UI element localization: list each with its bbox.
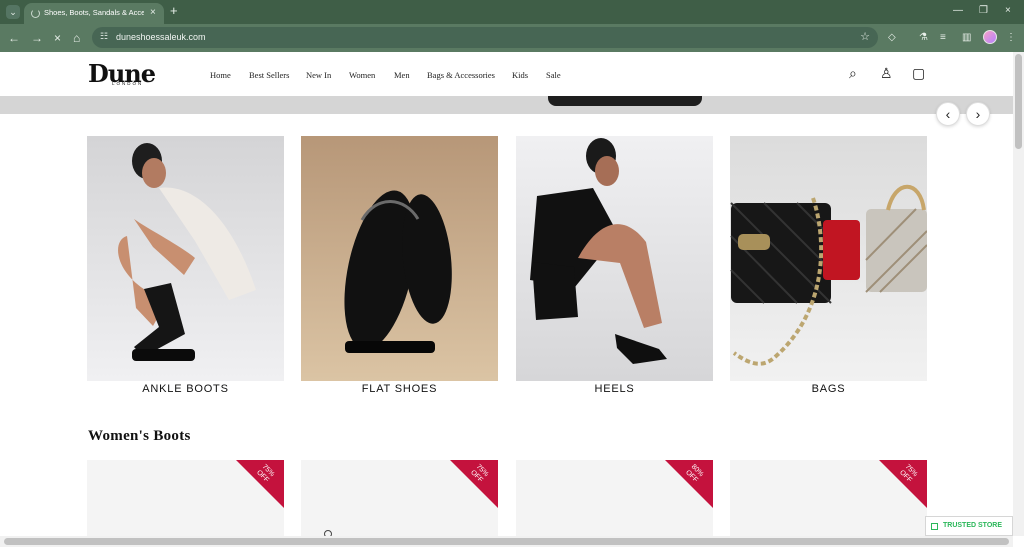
- bags-image[interactable]: [730, 136, 927, 381]
- home-icon[interactable]: ⌂: [73, 31, 80, 45]
- plus-icon[interactable]: +: [170, 3, 178, 18]
- ankle-boots-photo: [118, 143, 256, 361]
- vertical-scrollbar-thumb[interactable]: [1015, 54, 1022, 149]
- window-close-icon[interactable]: ×: [1005, 5, 1011, 16]
- loading-spinner-icon: [31, 9, 40, 18]
- tab-title: Shoes, Boots, Sandals & Accessories: [44, 8, 144, 17]
- nav-women[interactable]: Women: [349, 70, 375, 80]
- site-header: Dune LONDON Home Best Sellers New In Wom…: [0, 52, 1024, 96]
- ankle-boots-image[interactable]: [87, 136, 284, 381]
- category-label[interactable]: BAGS: [730, 383, 927, 395]
- back-icon[interactable]: ←: [8, 31, 20, 45]
- bag-icon[interactable]: ▢: [912, 65, 925, 82]
- tab-search-icon[interactable]: ⌄: [6, 5, 20, 19]
- search-icon[interactable]: ⌕: [849, 65, 857, 82]
- browser-toolbar: ← → × ⌂ ☷ duneshoessaleuk.com ☆ ◇ ⚗ ≡ ▥ …: [0, 24, 1024, 52]
- product-card[interactable]: 75% OFF: [301, 460, 498, 547]
- category-label[interactable]: FLAT SHOES: [301, 383, 498, 395]
- product-card[interactable]: 80% OFF: [516, 460, 713, 547]
- nav-bags-accessories[interactable]: Bags & Accessories: [427, 70, 495, 80]
- browser-tab-strip: ⌄ Shoes, Boots, Sandals & Accessories × …: [0, 0, 1024, 24]
- product-card[interactable]: 75% OFF: [730, 460, 927, 547]
- stop-icon[interactable]: ×: [54, 31, 61, 45]
- trusted-store-badge[interactable]: TRUSTED STORE: [925, 516, 1013, 536]
- profile-icon[interactable]: [983, 30, 997, 44]
- banner-shoe-image: [548, 96, 702, 106]
- category-label[interactable]: HEELS: [516, 383, 713, 395]
- close-icon[interactable]: ×: [150, 7, 156, 18]
- bookmark-star-icon[interactable]: ☆: [860, 30, 870, 43]
- media-icon[interactable]: ≡: [940, 32, 946, 43]
- flat-shoes-image[interactable]: [301, 136, 498, 381]
- nav-men[interactable]: Men: [394, 70, 410, 80]
- flat-shoes-photo: [344, 190, 452, 353]
- nav-best-sellers[interactable]: Best Sellers: [249, 70, 289, 80]
- heels-photo: [530, 138, 667, 364]
- category-label[interactable]: ANKLE BOOTS: [87, 383, 284, 395]
- labs-icon[interactable]: ⚗: [919, 32, 928, 43]
- forward-icon[interactable]: →: [31, 31, 43, 45]
- browser-tab[interactable]: Shoes, Boots, Sandals & Accessories ×: [24, 3, 164, 24]
- hero-banner: [0, 96, 1013, 114]
- trusted-store-label: TRUSTED STORE: [943, 522, 1002, 529]
- extensions-icon[interactable]: ◇: [888, 32, 896, 43]
- nav-sale[interactable]: Sale: [546, 70, 561, 80]
- heels-image[interactable]: [516, 136, 713, 381]
- restore-icon[interactable]: ❐: [979, 5, 988, 16]
- logo-subtitle: LONDON: [112, 81, 144, 86]
- site-info-icon[interactable]: ☷: [100, 31, 108, 42]
- nav-kids[interactable]: Kids: [512, 70, 528, 80]
- carousel-next-button[interactable]: ›: [966, 102, 990, 126]
- sidebar-icon[interactable]: ▥: [962, 32, 971, 43]
- shield-icon: [931, 523, 938, 530]
- section-title: Women's Boots: [88, 428, 191, 444]
- url-text: duneshoessaleuk.com: [116, 32, 206, 42]
- account-icon[interactable]: ♙: [880, 65, 893, 82]
- address-bar[interactable]: ☷ duneshoessaleuk.com ☆: [92, 27, 878, 48]
- nav-home[interactable]: Home: [210, 70, 231, 80]
- carousel-prev-button[interactable]: ‹: [936, 102, 960, 126]
- bags-photo: [730, 184, 927, 366]
- minimize-icon[interactable]: —: [953, 5, 963, 16]
- nav-new-in[interactable]: New In: [306, 70, 331, 80]
- horizontal-scrollbar-thumb[interactable]: [4, 538, 1009, 545]
- product-card[interactable]: 75% OFF: [87, 460, 284, 547]
- menu-icon[interactable]: ⋮: [1006, 32, 1016, 43]
